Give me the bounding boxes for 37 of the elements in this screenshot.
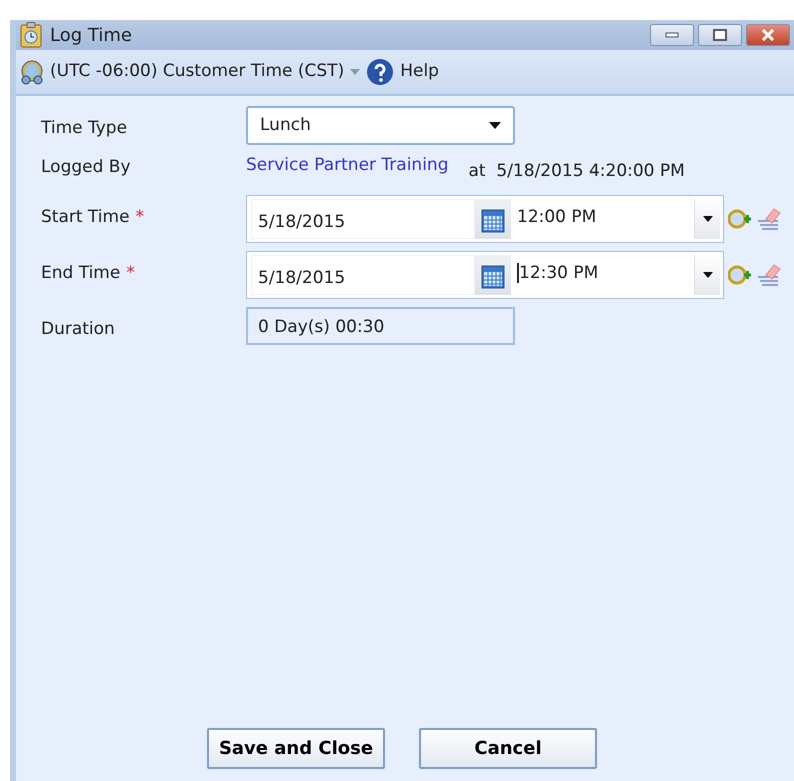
timezone-selector[interactable]: (UTC -06:00) Customer Time (CST): [50, 59, 344, 85]
window-title: Log Time: [50, 24, 132, 48]
help-icon[interactable]: [366, 58, 394, 86]
time-type-dropdown[interactable]: Lunch: [246, 106, 515, 145]
save-button[interactable]: Save and Close: [207, 728, 385, 769]
maximize-icon: [713, 29, 727, 41]
required-mark: *: [126, 262, 135, 282]
field-label: Time Type: [41, 118, 128, 138]
datetime-field[interactable]: 5/18/2015 12:30 PM: [246, 250, 724, 298]
field-label: Duration: [41, 318, 115, 338]
datetime-field[interactable]: 5/18/2015 12:00 PM: [246, 194, 724, 242]
calendar-icon[interactable]: [481, 264, 505, 288]
required-mark: *: [136, 206, 144, 226]
user-link[interactable]: Service Partner Training: [246, 145, 448, 178]
maximize-button[interactable]: [698, 24, 742, 46]
cancel-button[interactable]: Cancel: [419, 728, 597, 769]
caret-icon[interactable]: [702, 272, 712, 278]
field-label: End Time: [41, 262, 120, 282]
field-label: Start Time: [41, 206, 130, 226]
minimize-button[interactable]: [650, 24, 694, 46]
logged-at-text: at 5/18/2015 4:20:00 PM: [468, 160, 685, 183]
calendar-icon[interactable]: [481, 208, 505, 232]
caret-icon: [489, 122, 501, 129]
duration-field: 0 Day(s) 00:30: [246, 306, 515, 344]
field-label: Logged By: [41, 157, 131, 177]
clock-add-icon[interactable]: [728, 264, 752, 284]
minimize-icon: [665, 32, 679, 38]
globe-clock-icon: [20, 59, 44, 85]
time-text: 12:30 PM: [517, 262, 598, 282]
time-text: 12:00 PM: [517, 206, 596, 226]
close-icon: [761, 29, 775, 41]
caret-icon: [350, 69, 360, 75]
caret-icon[interactable]: [702, 216, 712, 222]
close-button[interactable]: [746, 24, 790, 46]
help-link[interactable]: Help: [400, 59, 439, 85]
clipboard-clock-icon: [20, 22, 42, 48]
clock-add-icon[interactable]: [728, 208, 752, 228]
